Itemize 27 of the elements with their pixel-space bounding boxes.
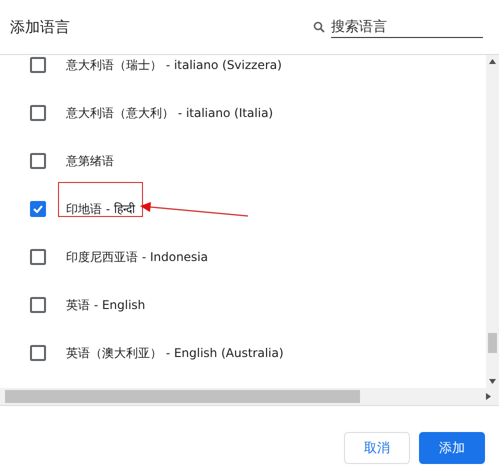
language-label[interactable]: 英语（澳大利亚） - English (Australia) — [66, 344, 284, 362]
scroll-thumb[interactable] — [488, 333, 497, 353]
language-label[interactable]: 印度尼西亚语 - Indonesia — [66, 248, 208, 266]
vertical-scrollbar[interactable] — [486, 55, 499, 388]
add-button[interactable]: 添加 — [419, 432, 485, 464]
search-icon — [313, 21, 325, 33]
scroll-up-icon[interactable] — [489, 59, 496, 64]
scroll-down-icon[interactable] — [489, 379, 496, 384]
scroll-thumb[interactable] — [5, 390, 360, 403]
horizontal-scrollbar[interactable] — [0, 388, 499, 406]
cancel-button[interactable]: 取消 — [344, 432, 410, 464]
language-label[interactable]: 意第绪语 — [66, 152, 114, 170]
language-label[interactable]: 印地语 - हिन्दी — [66, 200, 135, 218]
checkbox[interactable] — [30, 105, 46, 121]
checkbox[interactable] — [30, 345, 46, 361]
checkbox[interactable] — [30, 201, 46, 217]
checkbox[interactable] — [30, 249, 46, 265]
scroll-right-icon[interactable] — [486, 393, 491, 400]
checkbox[interactable] — [30, 57, 46, 73]
checkbox[interactable] — [30, 297, 46, 313]
language-label[interactable]: 意大利语（瑞士） - italiano (Svizzera) — [66, 56, 282, 74]
dialog-title: 添加语言 — [10, 18, 70, 36]
checkbox[interactable] — [30, 153, 46, 169]
language-label[interactable]: 意大利语（意大利） - italiano (Italia) — [66, 104, 274, 122]
search-field[interactable]: 搜索语言 — [331, 16, 483, 38]
language-label[interactable]: 英语 - English — [66, 296, 146, 314]
checkmark-icon — [33, 205, 43, 213]
